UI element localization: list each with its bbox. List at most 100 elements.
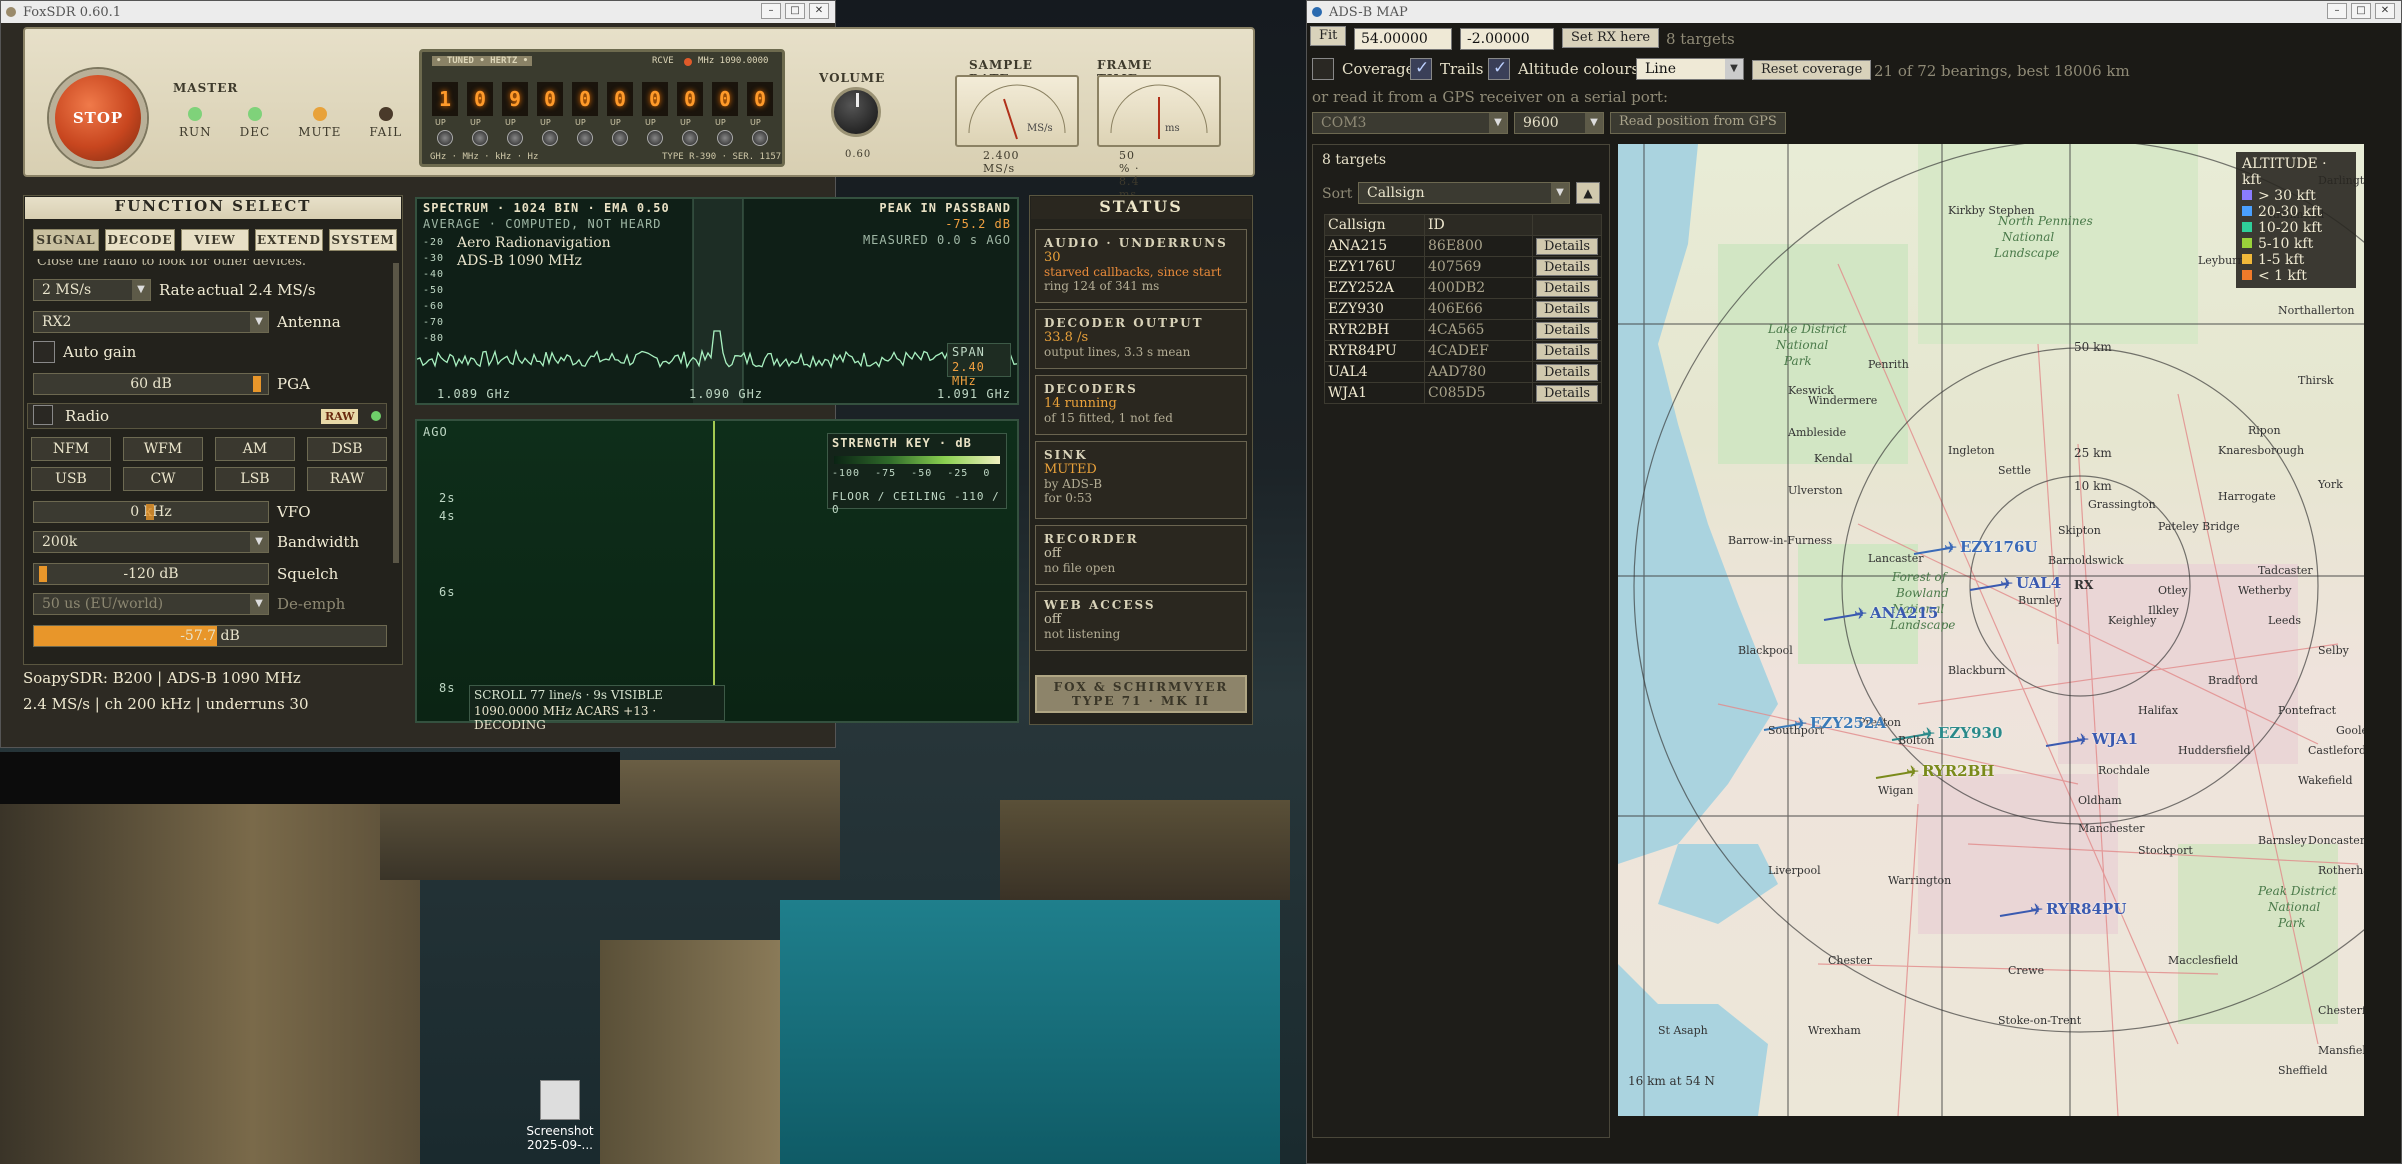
legend-entry: 1-5 kft	[2242, 252, 2350, 268]
coverage-checkbox[interactable]	[1312, 58, 1334, 80]
details-button[interactable]: Details	[1536, 300, 1598, 318]
tab-extend[interactable]: EXTEND	[255, 229, 323, 251]
details-button[interactable]: Details	[1536, 237, 1598, 255]
icao-id-cell: 4CADEF	[1424, 340, 1533, 362]
digit-knob[interactable]	[577, 130, 593, 146]
desktop-icon-screenshot[interactable]: Screenshot 2025-09-...	[520, 1080, 600, 1152]
table-row[interactable]: EZY930 406E66 Details	[1324, 298, 1602, 320]
latitude-input[interactable]: 54.00000	[1354, 28, 1452, 50]
tab-system[interactable]: SYSTEM	[329, 229, 397, 251]
mode-raw-button[interactable]: RAW	[307, 467, 387, 491]
baud-select[interactable]: 9600 ▼	[1514, 112, 1604, 134]
aircraft-label[interactable]: EZY930	[1938, 724, 2002, 742]
aircraft-icon[interactable]: ✈	[1944, 538, 1957, 557]
antenna-select[interactable]: RX2 ▼	[33, 311, 269, 333]
receiver-marker[interactable]: RX	[2074, 578, 2093, 592]
table-row[interactable]: RYR2BH 4CA565 Details	[1324, 319, 1602, 341]
aircraft-icon[interactable]: ✈	[1794, 714, 1807, 733]
table-row[interactable]: UAL4 AAD780 Details	[1324, 361, 1602, 383]
aircraft-icon[interactable]: ✈	[1906, 762, 1919, 781]
digit-knob[interactable]	[507, 130, 523, 146]
table-row[interactable]: ANA215 86E800 Details	[1324, 235, 1602, 257]
bandwidth-select[interactable]: 200k ▼	[33, 531, 269, 553]
digit-knob[interactable]	[752, 130, 768, 146]
led-mute	[312, 107, 327, 121]
reset-coverage-button[interactable]: Reset coverage	[1752, 60, 1872, 80]
details-button[interactable]: Details	[1536, 342, 1598, 360]
left-panel-scrollbar[interactable]	[393, 263, 399, 563]
icao-id-cell: 4CA565	[1424, 319, 1533, 341]
details-button[interactable]: Details	[1536, 258, 1598, 276]
mode-am-button[interactable]: AM	[215, 437, 295, 461]
spectrum-display[interactable]: SPECTRUM · 1024 BIN · EMA 0.50 AVERAGE ·…	[415, 197, 1019, 405]
squelch-slider[interactable]: -120 dB	[33, 563, 269, 585]
table-row[interactable]: WJA1 C085D5 Details	[1324, 382, 1602, 404]
volume-knob[interactable]	[831, 87, 881, 137]
tab-view[interactable]: VIEW	[181, 229, 249, 251]
details-button[interactable]: Details	[1536, 279, 1598, 297]
adsb-titlebar[interactable]: ADS-B MAP – □ ✕	[1307, 1, 2401, 23]
longitude-input[interactable]: -2.00000	[1460, 28, 1554, 50]
aircraft-label[interactable]: EZY176U	[1960, 538, 2037, 556]
stop-button[interactable]: STOP	[49, 69, 147, 167]
maximize-button[interactable]: □	[2351, 3, 2371, 19]
aircraft-icon[interactable]: ✈	[2076, 730, 2089, 749]
set-rx-button[interactable]: Set RX here	[1562, 28, 1660, 48]
digit-knob[interactable]	[717, 130, 733, 146]
details-button[interactable]: Details	[1536, 321, 1598, 339]
mode-nfm-button[interactable]: NFM	[31, 437, 111, 461]
digit-knob[interactable]	[542, 130, 558, 146]
mode-dsb-button[interactable]: DSB	[307, 437, 387, 461]
minimize-button[interactable]: –	[2327, 3, 2347, 19]
close-button[interactable]: ✕	[809, 3, 829, 19]
pga-slider[interactable]: 60 dB	[33, 373, 269, 395]
table-row[interactable]: EZY252A 400DB2 Details	[1324, 277, 1602, 299]
sort-select[interactable]: Callsign ▼	[1358, 182, 1570, 204]
aircraft-label[interactable]: WJA1	[2092, 730, 2138, 748]
rate-label: Rate	[159, 281, 195, 299]
altitude-colours-checkbox[interactable]	[1488, 58, 1510, 80]
auto-gain-checkbox[interactable]	[33, 341, 55, 363]
tab-signal[interactable]: SIGNAL	[33, 229, 99, 251]
details-button[interactable]: Details	[1536, 384, 1598, 402]
sort-direction-button[interactable]: ▲	[1576, 182, 1600, 204]
digit-knob[interactable]	[647, 130, 663, 146]
deemph-select[interactable]: 50 us (EU/world) ▼	[33, 593, 269, 615]
table-row[interactable]: EZY176U 407569 Details	[1324, 256, 1602, 278]
maximize-button[interactable]: □	[785, 3, 805, 19]
trail-mode-select[interactable]: Line ▼	[1636, 58, 1744, 80]
serial-port-select[interactable]: COM3 ▼	[1312, 112, 1508, 134]
vfo-slider[interactable]: 0 kHz	[33, 501, 269, 523]
digit-knob[interactable]	[682, 130, 698, 146]
aircraft-label[interactable]: ANA215	[1870, 604, 1938, 622]
tab-decode[interactable]: DECODE	[105, 229, 175, 251]
table-row[interactable]: RYR84PU 4CADEF Details	[1324, 340, 1602, 362]
aircraft-label[interactable]: RYR84PU	[2046, 900, 2126, 918]
mode-usb-button[interactable]: USB	[31, 467, 111, 491]
mode-wfm-button[interactable]: WFM	[123, 437, 203, 461]
aircraft-label[interactable]: EZY252A	[1810, 714, 1886, 732]
digit-knob[interactable]	[437, 130, 453, 146]
read-gps-button[interactable]: Read position from GPS	[1610, 112, 1786, 134]
aircraft-icon[interactable]: ✈	[1922, 724, 1935, 743]
aircraft-icon[interactable]: ✈	[2030, 900, 2043, 919]
altitude-colours-label: Altitude colours	[1518, 60, 1640, 78]
aircraft-icon[interactable]: ✈	[2000, 574, 2013, 593]
aircraft-icon[interactable]: ✈	[1854, 604, 1867, 623]
aircraft-label[interactable]: RYR2BH	[1922, 762, 1994, 780]
mode-lsb-button[interactable]: LSB	[215, 467, 295, 491]
rate-select[interactable]: 2 MS/s ▼	[33, 279, 151, 301]
details-button[interactable]: Details	[1536, 363, 1598, 381]
digit-knob[interactable]	[472, 130, 488, 146]
adsb-map[interactable]: North Pennines National Landscape Lake Dist…	[1618, 144, 2364, 1116]
mode-cw-button[interactable]: CW	[123, 467, 203, 491]
aircraft-label[interactable]: UAL4	[2016, 574, 2061, 592]
fit-button[interactable]: Fit	[1310, 26, 1347, 46]
radio-checkbox[interactable]	[33, 405, 53, 425]
trails-checkbox[interactable]	[1410, 58, 1432, 80]
minimize-button[interactable]: –	[761, 3, 781, 19]
foxsdr-titlebar[interactable]: FoxSDR 0.60.1 – □ ✕	[1, 1, 835, 23]
waterfall-display[interactable]: AGO 2s 4s 6s 8s STRENGTH KEY · dB -100 -…	[415, 419, 1019, 732]
close-button[interactable]: ✕	[2375, 3, 2395, 19]
digit-knob[interactable]	[612, 130, 628, 146]
